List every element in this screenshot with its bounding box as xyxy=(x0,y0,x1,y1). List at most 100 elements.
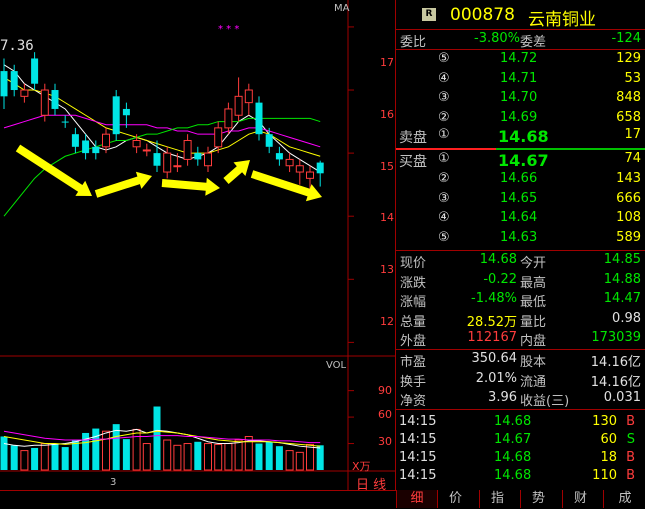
candle-body-up xyxy=(173,165,182,168)
marker-asterisks: * * * xyxy=(218,24,240,35)
candle-body-down xyxy=(255,102,263,135)
candle-body-down xyxy=(122,108,130,116)
kline-chart-area[interactable]: MA 7.36 * * * 17 16 15 14 13 12 VOL 90 6… xyxy=(0,0,396,493)
candle-body-down xyxy=(51,90,59,109)
volume-ma-line xyxy=(3,430,321,444)
fundamental-row: 市盈 350.64 股本 14.16亿 xyxy=(396,350,645,370)
tab-price[interactable]: 价 xyxy=(437,490,473,508)
volume-bar-down xyxy=(51,443,59,470)
volume-bar-down xyxy=(10,445,18,470)
ask-level: ③ xyxy=(438,90,450,106)
stat-value: 14.47 xyxy=(603,291,641,307)
stock-name: 云南铜业 xyxy=(528,10,596,30)
stat-value: 28.52万 xyxy=(466,314,517,330)
tab-index[interactable]: 指 xyxy=(479,490,515,508)
candle-body-up xyxy=(40,89,49,116)
candle-body-up xyxy=(204,152,212,167)
tick-side: S xyxy=(626,432,635,447)
ma-label: MA xyxy=(334,3,350,14)
candle-body-down xyxy=(153,153,161,166)
candle-body-down xyxy=(31,58,39,84)
weicha-label: 委差 xyxy=(520,35,547,50)
bid-volume: 143 xyxy=(616,170,641,186)
price-tick-14: 14 xyxy=(380,211,394,224)
buy-label: 买盘 xyxy=(399,154,427,170)
stat-row: 现价 14.68 今开 14.85 xyxy=(396,251,645,271)
weicha-value: -124 xyxy=(611,31,641,46)
tick-row: 14:15 14.68 18 B xyxy=(396,449,645,468)
tick-price: 14.67 xyxy=(494,432,532,447)
volume-bar-down xyxy=(61,447,69,470)
candle-body-down xyxy=(82,140,90,154)
candle-body-up xyxy=(132,139,141,148)
stat-label: 最低 xyxy=(520,295,547,311)
volume-bar-up xyxy=(183,443,192,471)
price-tick-13: 13 xyxy=(380,263,394,276)
stat-value: -1.48% xyxy=(471,291,517,307)
ask-row: ⑤ 14.72 129 xyxy=(396,50,645,69)
tick-time: 14:15 xyxy=(399,450,437,465)
stat-value: 14.85 xyxy=(603,252,641,267)
bid-volume: 666 xyxy=(616,190,641,206)
candle-body-down xyxy=(10,71,18,91)
weibi-value: -3.80% xyxy=(474,31,520,46)
tab-detail[interactable]: 细 xyxy=(396,490,437,508)
annotation-arrow xyxy=(94,171,152,198)
bid-row: ⑤ 14.63 589 xyxy=(396,229,645,248)
bid-row: ④ 14.64 108 xyxy=(396,209,645,228)
volume-bar-up xyxy=(173,444,182,471)
fundamental-row: 净资 3.96 收益(三) 0.031 xyxy=(396,389,645,409)
candle-body-up xyxy=(306,171,314,179)
tab-trades[interactable]: 成 xyxy=(603,490,645,508)
volume-bar-up xyxy=(102,430,110,471)
fundamental-row: 换手 2.01% 流通 14.16亿 xyxy=(396,370,645,390)
stat-label: 今开 xyxy=(520,256,547,271)
volume-bar-down xyxy=(92,428,100,470)
tick-side: B xyxy=(626,414,635,429)
divider xyxy=(396,409,645,410)
stat-value: 14.88 xyxy=(603,271,641,287)
ma-line xyxy=(3,114,321,148)
tick-volume: 130 xyxy=(592,414,617,429)
volume-bar-up xyxy=(142,443,151,471)
volume-bar-down xyxy=(265,441,273,470)
bid-price: 14.64 xyxy=(500,210,538,226)
volume-bar-down xyxy=(316,445,324,470)
bid-volume: 108 xyxy=(616,210,641,226)
vol-unit: X万 xyxy=(352,460,371,473)
candle-body-down xyxy=(316,162,324,174)
stat-label: 内盘 xyxy=(520,334,547,350)
volume-bar-down xyxy=(122,439,130,470)
volume-bar-down xyxy=(31,447,39,470)
ask-level: ② xyxy=(438,109,450,125)
tick-time: 14:15 xyxy=(399,468,437,483)
tab-trend[interactable]: 势 xyxy=(520,490,556,508)
vol-tick-90: 90 xyxy=(378,384,392,397)
price-tick-17: 17 xyxy=(380,56,394,69)
stat-value: 173039 xyxy=(591,330,641,346)
vol-tick-30: 30 xyxy=(378,435,392,448)
tick-price: 14.68 xyxy=(494,414,532,429)
tick-row: 14:15 14.68 110 B xyxy=(396,467,645,486)
bid-level: ② xyxy=(438,170,450,186)
weibi-label: 委比 xyxy=(400,35,427,50)
ask-price: 14.71 xyxy=(500,70,538,86)
ask-volume: 848 xyxy=(616,90,641,106)
volume-bar-up xyxy=(306,443,314,471)
kline-chart-svg[interactable] xyxy=(0,0,396,490)
ask-price: 14.68 xyxy=(498,127,549,147)
candle-body-down xyxy=(265,134,273,147)
tick-side: B xyxy=(626,450,635,465)
tab-finance[interactable]: 财 xyxy=(562,490,598,508)
candle-body-down xyxy=(71,134,79,147)
panel-border xyxy=(395,0,396,490)
bid-level: ③ xyxy=(438,190,450,206)
volume-bar-up xyxy=(163,439,172,471)
tick-volume: 18 xyxy=(600,450,617,465)
stat-row: 涨幅 -1.48% 最低 14.47 xyxy=(396,290,645,311)
ask-volume: 17 xyxy=(624,127,641,143)
stat-label: 量比 xyxy=(520,314,547,330)
candle-body-down xyxy=(61,121,69,123)
candle-body-down xyxy=(194,153,202,160)
volume-bar-up xyxy=(214,443,223,471)
